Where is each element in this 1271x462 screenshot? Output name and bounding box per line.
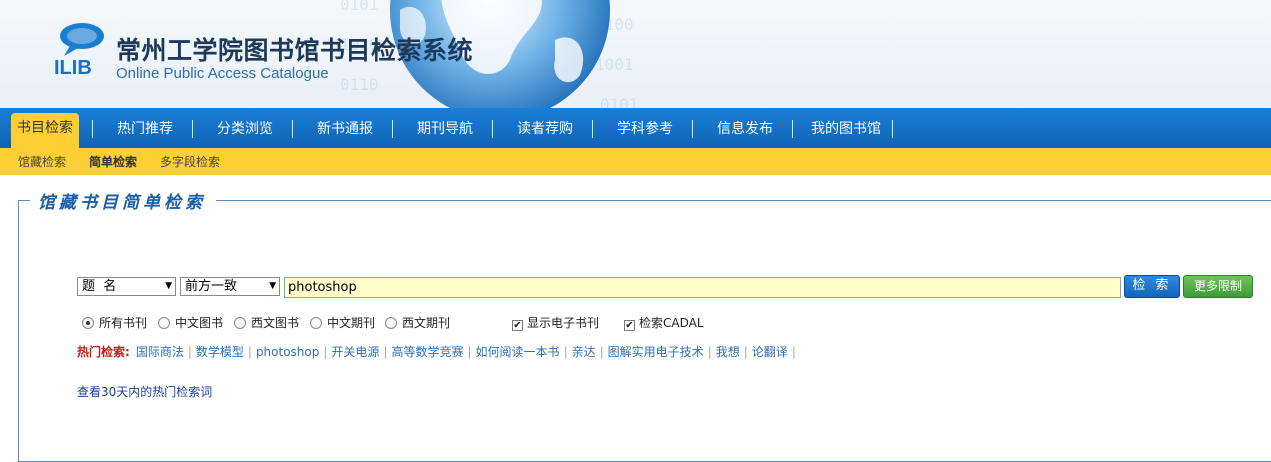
hot-separator: | [187, 345, 192, 359]
hot-keyword-link[interactable]: 数学模型 [196, 345, 244, 359]
radio-western-journals[interactable]: 西文期刊 [385, 314, 450, 332]
hot-separator: | [247, 345, 252, 359]
ilib-logo: ILIB [52, 22, 108, 79]
svg-text:0101: 0101 [600, 95, 639, 108]
hot-30-days-link[interactable]: 查看30天内的热门检索词 [77, 383, 212, 400]
site-subtitle: Online Public Access Catalogue [116, 65, 329, 82]
field-select-value: 题 名 [82, 279, 117, 294]
sub-nav-multi-field-search[interactable]: 多字段检索 [160, 153, 220, 170]
hot-separator: | [383, 345, 388, 359]
nav-item-info-publish[interactable]: 信息发布 [710, 114, 780, 148]
panel-title: 馆藏书目简单检索 [30, 188, 216, 213]
nav-separator [892, 120, 893, 138]
checkbox-search-cadal[interactable]: ✔ 检索CADAL [624, 314, 704, 332]
match-select[interactable]: 前方一致 ▼ [180, 277, 280, 296]
radio-button-icon [234, 317, 246, 329]
hot-keyword-link[interactable]: 开关电源 [331, 345, 379, 359]
hot-keyword-link[interactable]: 如何阅读一本书 [476, 345, 560, 359]
radio-button-icon [158, 317, 170, 329]
hot-keyword-link[interactable]: 国际商法 [136, 345, 184, 359]
radio-label: 中文期刊 [327, 316, 376, 330]
nav-separator [192, 120, 193, 138]
main-nav: 书目检索 热门推荐 分类浏览 新书通报 期刊导航 读者荐购 学科参考 信息发布 … [0, 108, 1271, 148]
nav-item-reader-recommend[interactable]: 读者荐购 [510, 114, 580, 148]
hot-search-row: 热门检索: 国际商法 | 数学模型 | photoshop | 开关电源 | 高等数学竞赛 | 如何阅… [77, 343, 800, 360]
hot-separator: | [707, 345, 712, 359]
hot-keyword-link[interactable]: 我想 [716, 345, 740, 359]
match-select-value: 前方一致 [185, 279, 238, 294]
more-limits-button[interactable]: 更多限制 [1183, 275, 1253, 298]
svg-text:ILIB: ILIB [54, 57, 92, 78]
radio-label: 中文图书 [175, 316, 224, 330]
header-banner: 0101 1010 0110 1010 0100 1001 0101 ILIB … [0, 0, 1271, 108]
site-title: 常州工学院图书馆书目检索系统 [116, 36, 474, 65]
hot-separator: | [791, 345, 796, 359]
radio-all-items[interactable]: 所有书刊 [82, 314, 147, 332]
hot-keyword-link[interactable]: 图解实用电子技术 [608, 345, 704, 359]
svg-text:0101: 0101 [340, 0, 379, 14]
checkbox-show-ebooks[interactable]: ✔ 显示电子书刊 [512, 314, 599, 332]
hot-separator: | [563, 345, 568, 359]
nav-item-my-library[interactable]: 我的图书馆 [805, 114, 887, 148]
nav-item-catalog-search[interactable]: 书目检索 [11, 113, 79, 148]
hot-keyword-link[interactable]: photoshop [256, 345, 319, 359]
nav-separator [492, 120, 493, 138]
hot-separator: | [743, 345, 748, 359]
hot-search-label: 热门检索: [77, 345, 130, 359]
nav-item-new-books[interactable]: 新书通报 [310, 114, 380, 148]
radio-chinese-books[interactable]: 中文图书 [158, 314, 223, 332]
nav-separator [392, 120, 393, 138]
radio-button-icon [385, 317, 397, 329]
radio-chinese-journals[interactable]: 中文期刊 [310, 314, 375, 332]
nav-item-hot-recommend[interactable]: 热门推荐 [110, 114, 180, 148]
hot-separator: | [599, 345, 604, 359]
dropdown-arrow-icon: ▼ [269, 281, 276, 291]
search-input[interactable] [284, 277, 1121, 298]
nav-separator [692, 120, 693, 138]
checkbox-checked-icon: ✔ [512, 320, 523, 331]
nav-separator [792, 120, 793, 138]
radio-label: 西文图书 [251, 316, 300, 330]
radio-western-books[interactable]: 西文图书 [234, 314, 299, 332]
hot-keyword-link[interactable]: 亲达 [572, 345, 596, 359]
radio-button-icon [310, 317, 322, 329]
speech-bubble-icon: ILIB [54, 23, 104, 79]
radio-label: 所有书刊 [99, 316, 148, 330]
hot-separator: | [323, 345, 328, 359]
hot-keyword-link[interactable]: 高等数学竞赛 [391, 345, 463, 359]
checkbox-label: 检索CADAL [639, 316, 704, 330]
sub-nav-simple-search[interactable]: 简单检索 [89, 153, 137, 170]
nav-separator [292, 120, 293, 138]
svg-text:1001: 1001 [595, 55, 634, 74]
field-select[interactable]: 题 名 ▼ [77, 277, 176, 296]
checkbox-label: 显示电子书刊 [527, 316, 600, 330]
dropdown-arrow-icon: ▼ [165, 281, 172, 291]
nav-separator [92, 120, 93, 138]
radio-button-icon [82, 317, 94, 329]
nav-separator [592, 120, 593, 138]
nav-item-subject-ref[interactable]: 学科参考 [610, 114, 680, 148]
search-button[interactable]: 检 索 [1124, 275, 1180, 298]
nav-item-journal-nav[interactable]: 期刊导航 [410, 114, 480, 148]
hot-keyword-link[interactable]: 论翻译 [752, 345, 788, 359]
sub-nav-collection-search[interactable]: 馆藏检索 [18, 153, 66, 170]
nav-item-category-browse[interactable]: 分类浏览 [210, 114, 280, 148]
radio-label: 西文期刊 [402, 316, 451, 330]
checkbox-checked-icon: ✔ [624, 320, 635, 331]
hot-separator: | [467, 345, 472, 359]
sub-nav: 馆藏检索 简单检索 多字段检索 [0, 148, 1271, 175]
svg-text:0110: 0110 [340, 75, 379, 94]
